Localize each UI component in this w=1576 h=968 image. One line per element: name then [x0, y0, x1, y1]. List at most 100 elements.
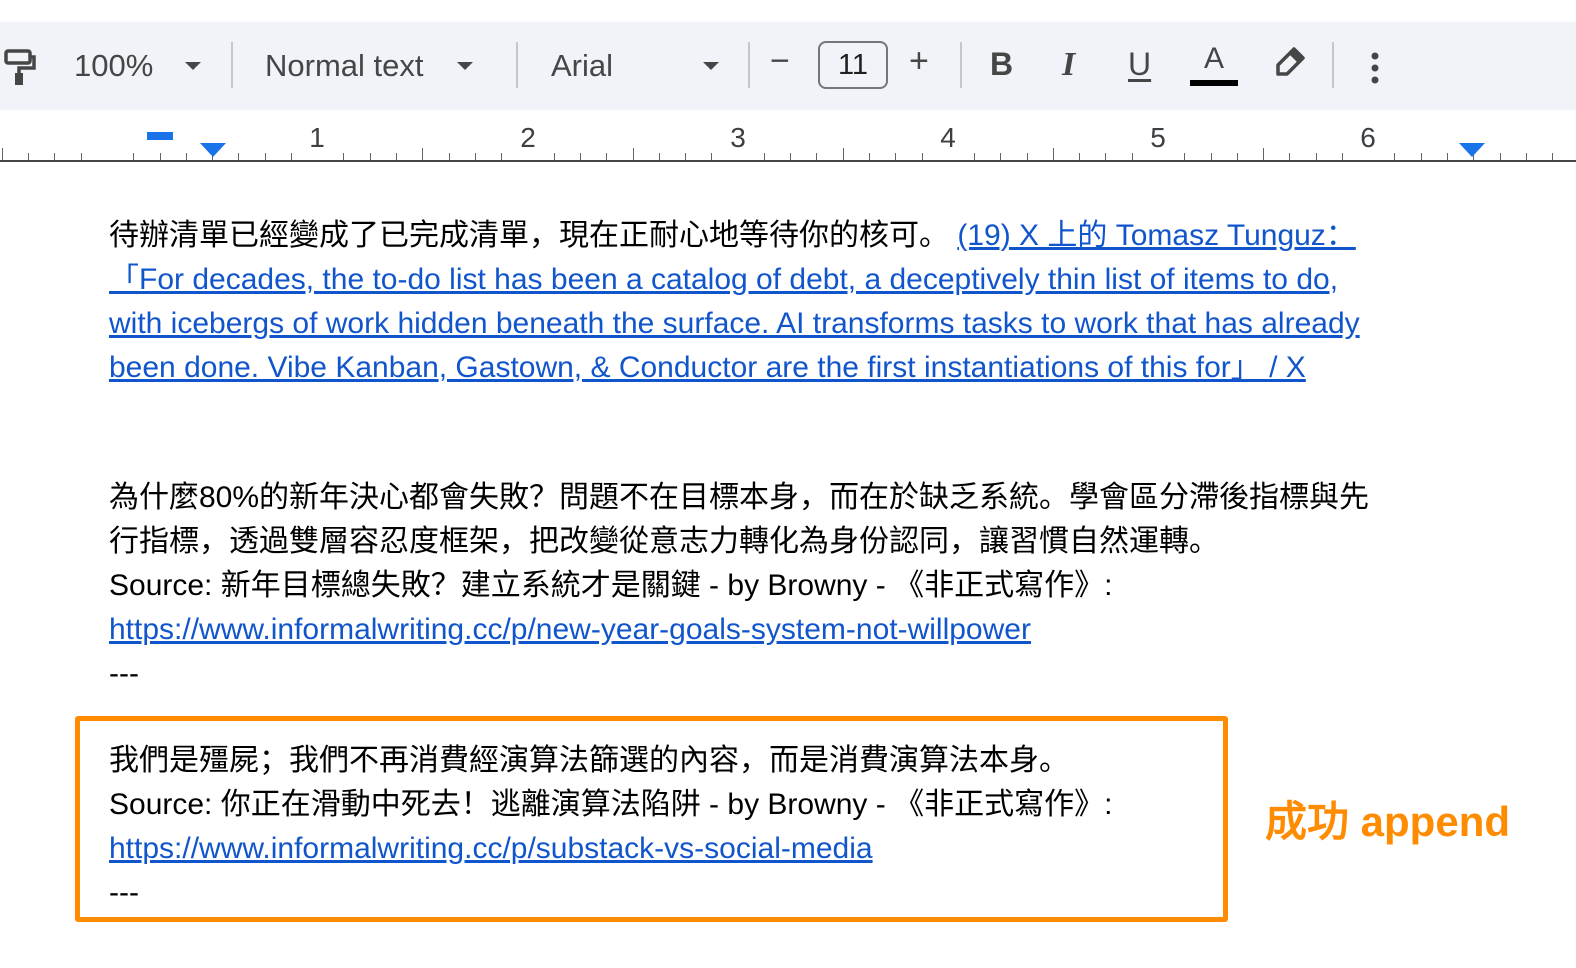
ruler-tick	[922, 153, 923, 160]
ruler-tick	[1027, 153, 1028, 160]
left-indent-marker[interactable]	[200, 143, 226, 157]
highlighter-icon	[1276, 47, 1305, 76]
source-url-link[interactable]: https://www.informalwriting.cc/p/new-yea…	[109, 613, 1031, 646]
ruler-tick	[843, 148, 844, 160]
horizontal-ruler[interactable]: 1 2 3 4 5 6	[0, 110, 1576, 162]
text-color-label: A	[1203, 42, 1224, 75]
ruler-tick	[659, 153, 660, 160]
ruler-tick	[711, 153, 712, 160]
right-indent-marker[interactable]	[1459, 143, 1485, 157]
ruler-tick	[291, 153, 292, 160]
ruler-tick	[580, 153, 581, 160]
ruler-tick	[1079, 153, 1080, 160]
ruler-tick	[1263, 148, 1264, 160]
ruler-tick	[633, 148, 634, 160]
paragraph-style-select[interactable]: Normal text	[265, 48, 474, 84]
font-size-input[interactable]: 11	[818, 41, 888, 89]
ruler-tick	[1316, 153, 1317, 160]
text-color-button[interactable]: A	[1190, 42, 1238, 86]
tweet-link[interactable]: been done. Vibe Kanban, Gastown, & Condu…	[109, 351, 1306, 384]
toolbar-divider	[748, 42, 750, 88]
paragraph-text: 待辦清單已經變成了已完成清單，現在正耐心地等待你的核可。	[109, 219, 949, 252]
italic-button[interactable]: I	[1062, 46, 1075, 84]
toolbar-divider	[960, 42, 962, 88]
ruler-number: 1	[309, 122, 325, 153]
underline-button[interactable]: U	[1128, 46, 1151, 83]
dropdown-caret-icon	[457, 62, 474, 70]
ruler-tick	[2, 148, 3, 160]
ruler-tick	[685, 153, 686, 160]
tweet-link[interactable]: (19) X 上的 Tomasz Tunguz：	[957, 219, 1355, 252]
dropdown-caret-icon	[703, 62, 720, 70]
paragraph-todo: 待辦清單已經變成了已完成清單，現在正耐心地等待你的核可。 (19) X 上的 T…	[109, 214, 1469, 390]
ruler-tick	[1000, 153, 1001, 160]
toolbar-divider	[231, 42, 233, 88]
text-color-bar	[1190, 80, 1238, 86]
ruler-tick	[1237, 153, 1238, 160]
ruler-tick	[54, 153, 55, 160]
ruler-tick	[160, 153, 161, 160]
ruler-number: 2	[520, 122, 536, 153]
ruler-baseline	[0, 160, 1576, 162]
more-vert-icon	[1371, 52, 1379, 84]
source-line: Source: 新年目標總失敗？建立系統才是關鍵 - by Browny - 《…	[109, 569, 1113, 602]
paint-format-button[interactable]	[2, 48, 36, 86]
paragraph-style-value: Normal text	[265, 48, 424, 83]
ruler-number: 4	[940, 122, 956, 153]
ruler-tick	[1500, 153, 1501, 160]
ruler-tick	[81, 153, 82, 160]
separator-text: ---	[109, 657, 139, 690]
ruler-tick	[974, 153, 975, 160]
ruler-tick	[449, 153, 450, 160]
ruler-number: 3	[730, 122, 746, 153]
highlight-color-button[interactable]	[1272, 46, 1306, 80]
ruler-tick	[1421, 153, 1422, 160]
dropdown-caret-icon	[185, 62, 202, 70]
font-select[interactable]: Arial	[551, 48, 720, 84]
append-success-annotation: 成功 append	[1265, 798, 1511, 845]
ruler-tick	[869, 153, 870, 160]
ruler-tick	[343, 153, 344, 160]
ruler-tick	[1105, 153, 1106, 160]
tweet-link[interactable]: 「For decades, the to-do list has been a …	[109, 263, 1338, 296]
ruler-tick	[1552, 153, 1553, 160]
ruler-tick	[790, 153, 791, 160]
ruler-tick	[1342, 153, 1343, 160]
ruler-tick	[1132, 153, 1133, 160]
paragraph-text: 行指標，透過雙層容忍度框架，把改變從意志力轉化為身份認同，讓習慣自然運轉。	[109, 525, 1219, 558]
ruler-tick	[475, 153, 476, 160]
ruler-tick	[396, 153, 397, 160]
decrease-font-size-button[interactable]: −	[770, 42, 790, 81]
ruler-tick	[1211, 153, 1212, 160]
ruler-tick	[28, 153, 29, 160]
ruler-tick	[816, 153, 817, 160]
tweet-link[interactable]: with icebergs of work hidden beneath the…	[109, 307, 1360, 340]
ruler-tick	[186, 153, 187, 160]
ruler-tick	[1053, 148, 1054, 160]
paragraph-new-year: 為什麼80%的新年決心都會失敗？問題不在目標本身，而在於缺乏系統。學會區分滯後指…	[109, 476, 1469, 696]
ruler-tick	[370, 153, 371, 160]
ruler-tick	[1289, 153, 1290, 160]
ruler-tick	[501, 153, 502, 160]
first-line-indent-marker[interactable]	[147, 132, 173, 140]
ruler-tick	[1447, 153, 1448, 160]
formatting-toolbar: 100% Normal text Arial − 11 + B I U A	[0, 22, 1576, 110]
toolbar-divider	[1332, 42, 1334, 88]
ruler-tick	[238, 153, 239, 160]
ruler-tick	[764, 153, 765, 160]
more-options-button[interactable]	[1368, 52, 1382, 84]
ruler-tick	[606, 153, 607, 160]
append-highlight-box	[75, 716, 1228, 922]
toolbar-divider	[516, 42, 518, 88]
ruler-tick	[895, 153, 896, 160]
ruler-tick	[1394, 153, 1395, 160]
ruler-number: 5	[1150, 122, 1166, 153]
zoom-select[interactable]: 100%	[74, 48, 202, 84]
top-strip	[0, 0, 1576, 22]
paint-format-icon	[4, 49, 36, 85]
increase-font-size-button[interactable]: +	[909, 42, 929, 81]
ruler-tick	[265, 153, 266, 160]
ruler-number: 6	[1360, 122, 1376, 153]
ruler-tick	[422, 148, 423, 160]
bold-button[interactable]: B	[990, 46, 1013, 83]
